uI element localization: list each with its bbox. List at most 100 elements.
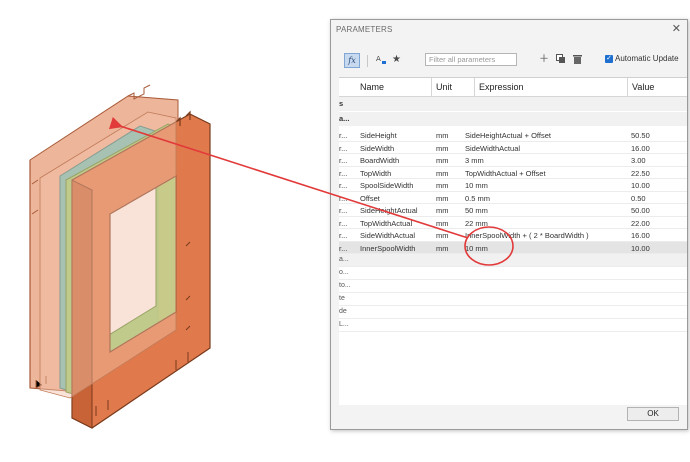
table-header: Name Unit Expression Value: [339, 78, 687, 97]
row-prefix: r...: [339, 143, 348, 153]
function-icon[interactable]: fx: [344, 53, 360, 68]
parameter-name: SideHeight: [360, 131, 397, 140]
ok-button[interactable]: OK: [627, 407, 679, 421]
parameter-name: SideWidth: [360, 143, 395, 153]
parameter-name: SpoolSideWidth: [360, 181, 414, 190]
model-viewport: [29, 84, 211, 429]
table-row[interactable]: to...: [339, 280, 687, 293]
parameter-expression[interactable]: 22 mm: [465, 219, 488, 228]
parameter-expression[interactable]: InnerSpoolWidth + ( 2 * BoardWidth ): [465, 231, 589, 240]
toolbar: fx A ★ ＋ ✓ Automatic Update: [331, 50, 687, 72]
parameter-value: 0.50: [631, 193, 646, 203]
column-divider: [431, 78, 432, 96]
row-prefix: r...: [339, 131, 348, 140]
parameter-unit: mm: [436, 206, 449, 215]
column-divider: [474, 78, 475, 96]
group-row[interactable]: s: [339, 97, 687, 111]
parameter-expression[interactable]: 50 mm: [465, 206, 488, 215]
parameter-expression[interactable]: 10 mm: [465, 244, 488, 253]
row-prefix: r...: [339, 243, 348, 253]
table-row[interactable]: r... SpoolSideWidth mm 10 mm 10.00: [339, 179, 687, 192]
column-name[interactable]: Name: [360, 82, 384, 92]
automatic-update-label: Automatic Update: [615, 54, 679, 63]
parameter-unit: mm: [436, 168, 449, 178]
column-value[interactable]: Value: [632, 82, 654, 92]
parameters-table: Name Unit Expression Value s a... r... Si…: [339, 77, 687, 405]
checkbox-icon[interactable]: ✓: [605, 55, 613, 63]
table-row[interactable]: de: [339, 306, 687, 319]
parameter-value: 3.00: [631, 156, 646, 165]
sort-icon[interactable]: A: [376, 54, 387, 69]
parameter-value: 16.00: [631, 143, 650, 153]
parameter-unit: mm: [436, 131, 449, 140]
parameters-dialog: PARAMETERS ✕ fx A ★ ＋ ✓ Automatic Update…: [330, 19, 688, 430]
table-row[interactable]: r... TopWidthActual mm 22 mm 22.00: [339, 217, 687, 229]
copy-icon[interactable]: [556, 54, 566, 68]
row-prefix: o...: [339, 269, 349, 276]
delete-icon[interactable]: [573, 54, 582, 68]
parameter-name: SideWidthActual: [360, 231, 416, 240]
parameter-expression[interactable]: 0.5 mm: [465, 194, 490, 203]
parameter-name: BoardWidth: [360, 156, 400, 165]
table-row[interactable]: r... SideWidthActual mm InnerSpoolWidth + (…: [339, 229, 687, 242]
parameter-unit: mm: [436, 193, 449, 203]
parameter-expression[interactable]: 10 mm: [465, 181, 488, 190]
toolbar-divider: [367, 55, 368, 67]
parameter-unit: mm: [436, 143, 449, 153]
parameter-name: Offset: [360, 193, 380, 203]
row-prefix: r...: [339, 193, 348, 203]
parameter-value: 22.00: [631, 218, 650, 228]
row-prefix: a...: [339, 256, 349, 263]
search-input[interactable]: [425, 53, 517, 66]
parameter-name: TopWidthActual: [360, 218, 413, 228]
table-row[interactable]: r... TopWidth mm TopWidthActual + Offset 22.…: [339, 167, 687, 179]
row-prefix: te: [339, 295, 345, 302]
parameter-expression[interactable]: SideWidthActual: [465, 144, 520, 153]
parameter-name: SideHeightActual: [360, 206, 418, 215]
table-row[interactable]: te: [339, 293, 687, 306]
row-prefix: r...: [339, 156, 348, 165]
parameter-unit: mm: [436, 156, 449, 165]
parameter-expression[interactable]: 3 mm: [465, 156, 484, 165]
parameter-value: 16.00: [631, 231, 650, 240]
table-row[interactable]: L...: [339, 319, 687, 332]
table-row[interactable]: r... SideWidth mm SideWidthActual 16.00: [339, 142, 687, 154]
row-prefix: r...: [339, 231, 348, 240]
row-prefix: de: [339, 308, 347, 315]
dialog-title: PARAMETERS: [336, 25, 393, 34]
column-expression[interactable]: Expression: [479, 82, 524, 92]
table-row[interactable]: r... SideHeight mm SideHeightActual + Offse…: [339, 129, 687, 142]
parameter-unit: mm: [436, 243, 449, 253]
column-unit[interactable]: Unit: [436, 82, 452, 92]
parameter-unit: mm: [436, 181, 449, 190]
table-row[interactable]: r... BoardWidth mm 3 mm 3.00: [339, 154, 687, 167]
row-prefix: r...: [339, 168, 348, 178]
group-row[interactable]: a...: [339, 112, 687, 126]
add-icon[interactable]: ＋: [539, 54, 549, 66]
favorite-star-icon[interactable]: ★: [392, 54, 401, 66]
parameter-value: 22.50: [631, 168, 650, 178]
parameter-value: 50.50: [631, 131, 650, 140]
table-row[interactable]: r... SideHeightActual mm 50 mm 50.00: [339, 204, 687, 217]
parameter-expression[interactable]: SideHeightActual + Offset: [465, 131, 551, 140]
parameter-value: 50.00: [631, 206, 650, 215]
dialog-titlebar[interactable]: PARAMETERS ✕: [331, 20, 687, 40]
parameter-value: 10.00: [631, 181, 650, 190]
close-icon[interactable]: ✕: [672, 23, 681, 35]
table-row[interactable]: r... Offset mm 0.5 mm 0.50: [339, 192, 687, 204]
parameter-unit: mm: [436, 231, 449, 240]
svg-text:A: A: [376, 55, 381, 63]
parameter-name: InnerSpoolWidth: [360, 243, 416, 253]
column-divider: [627, 78, 628, 96]
row-prefix: r...: [339, 206, 348, 215]
table-row[interactable]: o...: [339, 267, 687, 280]
table-row[interactable]: r... InnerSpoolWidth mm 10 mm 10.00: [339, 241, 687, 254]
row-prefix: L...: [339, 321, 349, 328]
parameter-expression[interactable]: TopWidthActual + Offset: [465, 169, 546, 178]
table-row[interactable]: a...: [339, 254, 687, 267]
row-prefix: to...: [339, 282, 351, 289]
row-prefix: r...: [339, 218, 348, 228]
row-prefix: r...: [339, 181, 348, 190]
parameter-name: TopWidth: [360, 168, 392, 178]
parameter-value: 10.00: [631, 243, 650, 253]
